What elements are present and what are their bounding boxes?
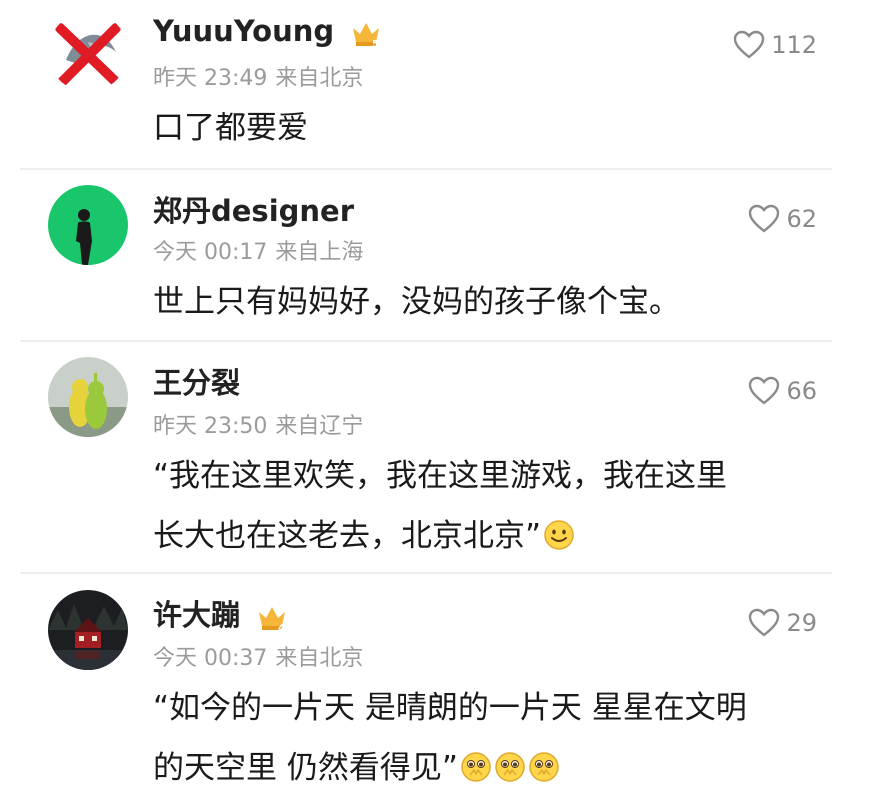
like-count: 112 (771, 31, 817, 59)
heart-outline-icon (749, 376, 780, 405)
timestamp: 今天 00:37 (153, 646, 268, 671)
svg-text:5: 5 (372, 39, 379, 48)
avatar[interactable] (48, 185, 128, 265)
heart-outline-icon (749, 608, 780, 637)
avatar[interactable] (48, 357, 128, 437)
comment-text: 口了都要爱 (153, 110, 308, 146)
location: 来自北京 (275, 66, 364, 91)
username[interactable]: 王分裂 (153, 360, 240, 402)
avatar[interactable] (48, 12, 128, 92)
username[interactable]: YuuuYoung 5 (153, 14, 382, 48)
timestamp: 今天 00:17 (153, 240, 268, 265)
like-count: 66 (786, 377, 817, 405)
crossed-out-avatar-image (48, 12, 128, 92)
username[interactable]: 郑丹designer (153, 188, 354, 230)
comment-item[interactable]: 许大蹦 4 今天 00:37 来自北京 “如今的一片天 是晴朗的一片天 星星在文明… (0, 574, 872, 804)
comment-list: YuuuYoung 5 昨天 23:49 来自北京 口了都要爱 112 郑丹de… (0, 0, 872, 806)
comment-meta: 昨天 23:50 来自辽宁 (153, 408, 363, 440)
comment-meta: 今天 00:17 来自上海 (153, 234, 363, 266)
comment-text: “我在这里欢笑，我在这里游戏，我在这里 长大也在这老去，北京北京” (153, 458, 728, 554)
pleading-emoji (461, 752, 491, 782)
pleading-emoji (529, 752, 559, 782)
comment-item[interactable]: 王分裂 昨天 23:50 来自辽宁 “我在这里欢笑，我在这里游戏，我在这里 长大也… (0, 342, 872, 572)
like-count: 62 (786, 205, 817, 233)
comment-text: 世上只有妈妈好，没妈的孩子像个宝。 (153, 284, 680, 320)
like-button[interactable]: 112 (733, 30, 817, 60)
red-house-avatar-image (48, 590, 128, 670)
pleading-emoji (495, 752, 525, 782)
username[interactable]: 许大蹦 4 (153, 592, 288, 634)
like-button[interactable]: 29 (748, 608, 817, 638)
svg-text:4: 4 (278, 623, 285, 632)
comment-meta: 今天 00:37 来自北京 (153, 640, 363, 672)
crown-icon: 4 (259, 607, 286, 632)
timestamp: 昨天 23:49 (153, 66, 268, 91)
comment-text: “如今的一片天 是晴朗的一片天 星星在文明 的天空里 仍然看得见” (153, 690, 747, 786)
heart-outline-icon (749, 204, 780, 233)
teletubbies-avatar-image (48, 357, 128, 437)
comment-item[interactable]: YuuuYoung 5 昨天 23:49 来自北京 口了都要爱 112 (0, 0, 872, 168)
smile-emoji (544, 520, 574, 550)
crown-icon: 5 (353, 23, 380, 48)
timestamp: 昨天 23:50 (153, 414, 268, 439)
like-button[interactable]: 66 (748, 376, 817, 406)
comment-meta: 昨天 23:49 来自北京 (153, 60, 363, 92)
heart-outline-icon (733, 30, 765, 59)
like-count: 29 (786, 609, 817, 637)
location: 来自辽宁 (275, 414, 364, 439)
location: 来自北京 (275, 646, 364, 671)
green-silhouette-avatar-image (48, 185, 128, 265)
like-button[interactable]: 62 (748, 204, 817, 234)
location: 来自上海 (275, 240, 364, 265)
comment-item[interactable]: 郑丹designer 今天 00:17 来自上海 世上只有妈妈好，没妈的孩子像个宝… (0, 170, 872, 338)
avatar[interactable] (48, 590, 128, 670)
